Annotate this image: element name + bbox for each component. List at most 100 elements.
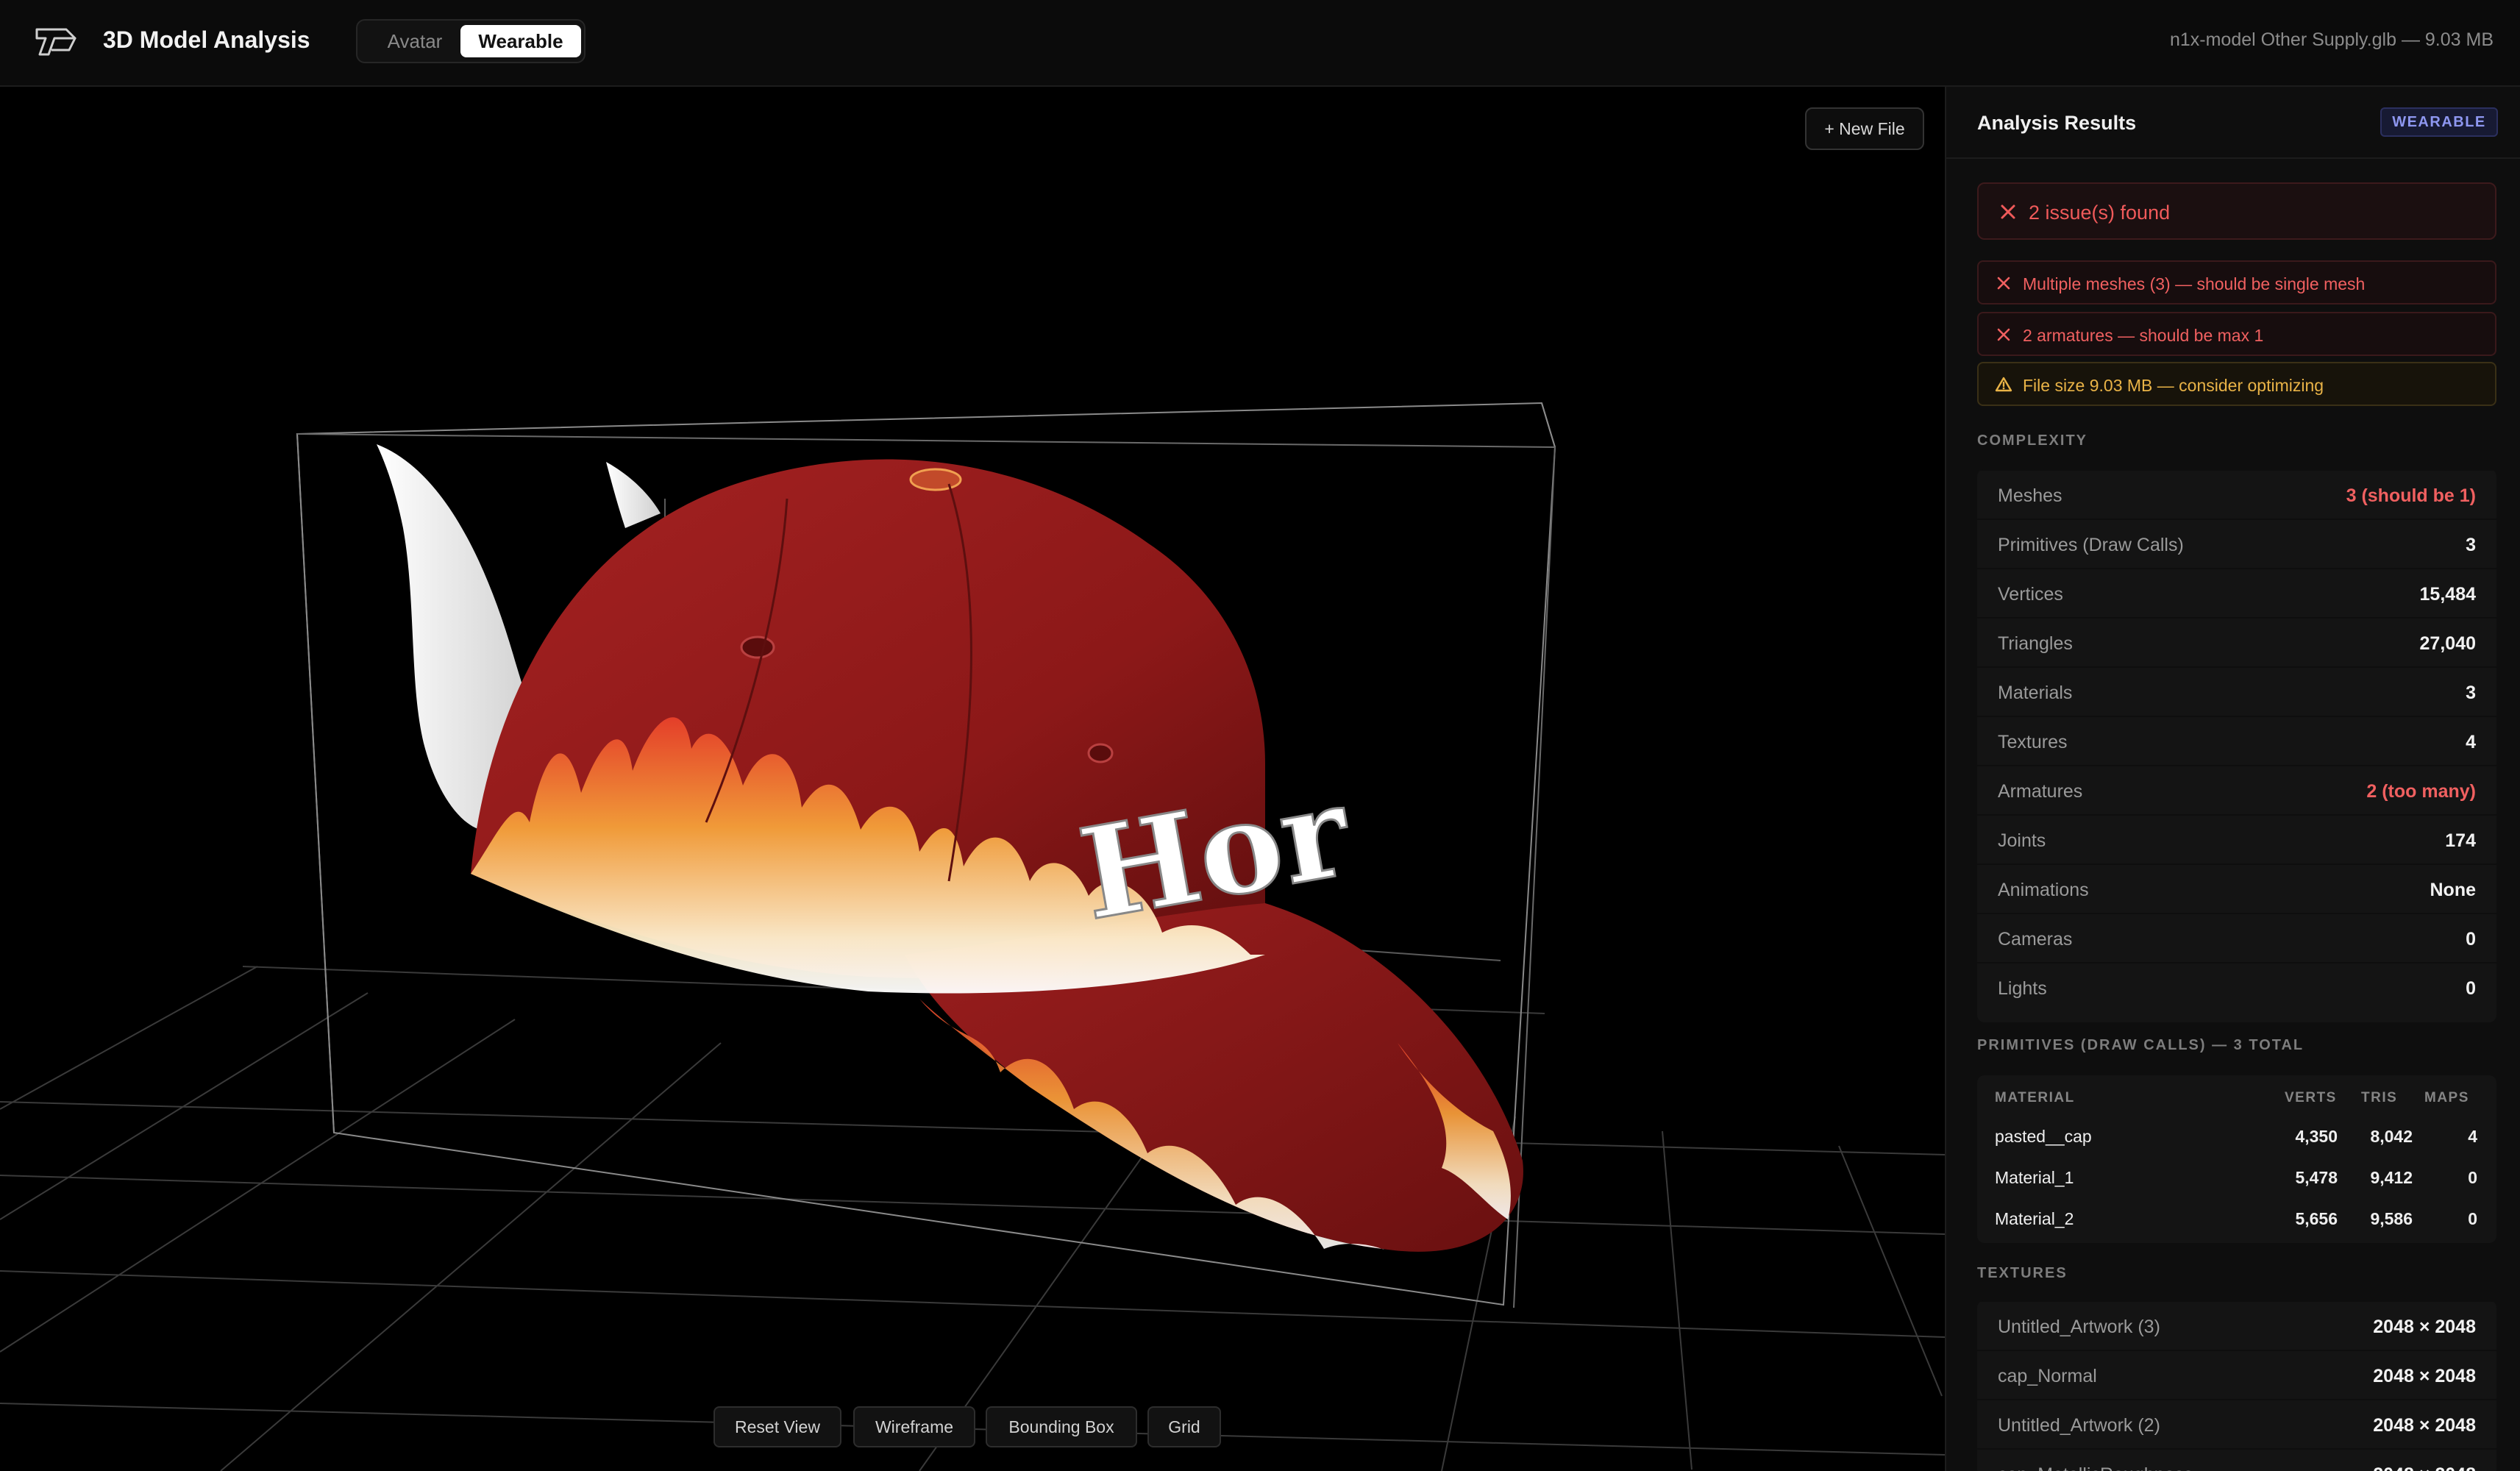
stat-value: 2 (too many) [2366,781,2476,802]
top-bar: 3D Model Analysis Avatar Wearable n1x-mo… [0,0,2520,87]
issue-item: File size 9.03 MB — consider optimizing [1977,362,2496,406]
texture-name: Untitled_Artwork (2) [1998,1415,2160,1436]
mode-wearable-button[interactable]: Wearable [460,25,581,57]
stat-label: Textures [1998,732,2068,752]
stat-label: Lights [1998,978,2047,999]
error-x-icon [1997,328,2010,341]
eyelet [740,635,775,659]
verts-value: 5,656 [2295,1209,2338,1228]
panel-header: Analysis Results WEARABLE [1946,87,2520,159]
file-info: n1x-model Other Supply.glb — 9.03 MB [2169,29,2494,50]
table-row: Material_2 5,656 9,586 0 [1977,1199,2496,1240]
stat-row-lights: Lights 0 [1977,962,2496,1011]
grid-button[interactable]: Grid [1147,1406,1221,1447]
stat-label: Joints [1998,830,2046,851]
new-file-button[interactable]: + New File [1805,107,1924,150]
issue-summary-text: 2 issue(s) found [2029,202,2171,224]
complexity-section-label: COMPLEXITY [1977,432,2088,449]
stat-row-armatures: Armatures 2 (too many) [1977,765,2496,813]
close-icon [2001,204,2015,219]
texture-name: cap_MetallicRoughness [1998,1464,2193,1471]
tris-value: 9,586 [2370,1209,2413,1228]
texture-row: cap_MetallicRoughness 2048 × 2048 [1977,1448,2496,1471]
stat-value: 4 [2466,732,2476,752]
maps-value: 0 [2468,1209,2477,1228]
stat-value: 0 [2466,978,2476,999]
stat-value: 3 [2466,535,2476,555]
stat-value: 15,484 [2419,584,2476,605]
column-header-tris: TRIS [2361,1090,2398,1105]
issue-item: Multiple meshes (3) — should be single m… [1977,260,2496,304]
stat-label: Animations [1998,880,2089,900]
right-horn [606,462,661,528]
maps-value: 4 [2468,1127,2477,1146]
column-header-material: MATERIAL [1995,1090,2075,1105]
texture-row: Untitled_Artwork (3) 2048 × 2048 [1977,1300,2496,1349]
primitives-section-label: PRIMITIVES (DRAW CALLS) — 3 TOTAL [1977,1037,2304,1053]
type-badge: WEARABLE [2380,107,2498,137]
top-button [909,468,962,491]
texture-row: cap_Normal 2048 × 2048 [1977,1350,2496,1398]
table-row: Material_1 5,478 9,412 0 [1977,1158,2496,1199]
column-header-verts: VERTS [2285,1090,2337,1105]
stat-label: Armatures [1998,781,2083,802]
issue-text: File size 9.03 MB — consider optimizing [2023,376,2324,395]
view-controls: Reset View Wireframe Bounding Box Grid [0,1406,1945,1450]
stat-label: Cameras [1998,929,2073,950]
maps-value: 0 [2468,1168,2477,1187]
texture-size: 2048 × 2048 [2373,1317,2476,1337]
column-header-maps: MAPS [2424,1090,2469,1105]
tris-value: 8,042 [2370,1127,2413,1146]
app-title: 3D Model Analysis [103,26,310,53]
reset-view-button[interactable]: Reset View [713,1406,841,1447]
stat-row-textures: Textures 4 [1977,716,2496,764]
stat-label: Triangles [1998,633,2073,654]
texture-size: 2048 × 2048 [2373,1464,2476,1471]
stat-row-primitives: Primitives (Draw Calls) 3 [1977,519,2496,567]
texture-row: Untitled_Artwork (2) 2048 × 2048 [1977,1399,2496,1447]
mode-switch: Avatar Wearable [356,19,585,63]
stat-value: 3 (should be 1) [2346,485,2476,506]
primitives-table: MATERIAL VERTS TRIS MAPS pasted__cap 4,3… [1977,1075,2496,1243]
stat-row-vertices: Vertices 15,484 [1977,568,2496,616]
stat-row-materials: Materials 3 [1977,666,2496,715]
stat-value: 3 [2466,683,2476,703]
wireframe-button[interactable]: Wireframe [853,1406,975,1447]
stat-label: Vertices [1998,584,2063,605]
app-logo-icon [35,28,76,56]
issue-summary: 2 issue(s) found [1977,182,2496,240]
scene-canvas[interactable]: Hor [0,87,1945,1471]
stat-value: 27,040 [2419,633,2476,654]
table-row: pasted__cap 4,350 8,042 4 [1977,1116,2496,1158]
verts-value: 4,350 [2295,1127,2338,1146]
bounding-box-button[interactable]: Bounding Box [986,1406,1137,1447]
tris-value: 9,412 [2370,1168,2413,1187]
stat-row-meshes: Meshes 3 (should be 1) [1977,469,2496,518]
textures-section-label: TEXTURES [1977,1265,2068,1281]
texture-name: cap_Normal [1998,1366,2097,1386]
texture-size: 2048 × 2048 [2373,1366,2476,1386]
stat-row-cameras: Cameras 0 [1977,913,2496,961]
material-name: Material_2 [1995,1209,2074,1228]
3d-viewport[interactable]: Hor + New File Reset View Wireframe Boun… [0,87,1945,1471]
texture-name: Untitled_Artwork (3) [1998,1317,2160,1337]
issue-item: 2 armatures — should be max 1 [1977,312,2496,356]
stat-row-animations: Animations None [1977,863,2496,912]
verts-value: 5,478 [2295,1168,2338,1187]
stat-row-triangles: Triangles 27,040 [1977,617,2496,666]
textures-list: Untitled_Artwork (3) 2048 × 2048 cap_Norm… [1977,1300,2496,1471]
stat-value: None [2430,880,2477,900]
stat-row-joints: Joints 174 [1977,814,2496,863]
material-name: pasted__cap [1995,1127,2092,1146]
error-x-icon [1997,277,2010,290]
texture-size: 2048 × 2048 [2373,1415,2476,1436]
stat-label: Primitives (Draw Calls) [1998,535,2184,555]
stat-value: 0 [2466,929,2476,950]
warning-icon [1995,377,2012,392]
panel-title: Analysis Results [1977,112,2137,134]
mode-avatar-button[interactable]: Avatar [362,25,468,57]
stat-value: 174 [2445,830,2476,851]
stat-label: Materials [1998,683,2073,703]
issue-text: 2 armatures — should be max 1 [2023,326,2264,345]
analysis-panel[interactable]: Analysis Results WEARABLE 2 issue(s) fou… [1945,87,2520,1471]
